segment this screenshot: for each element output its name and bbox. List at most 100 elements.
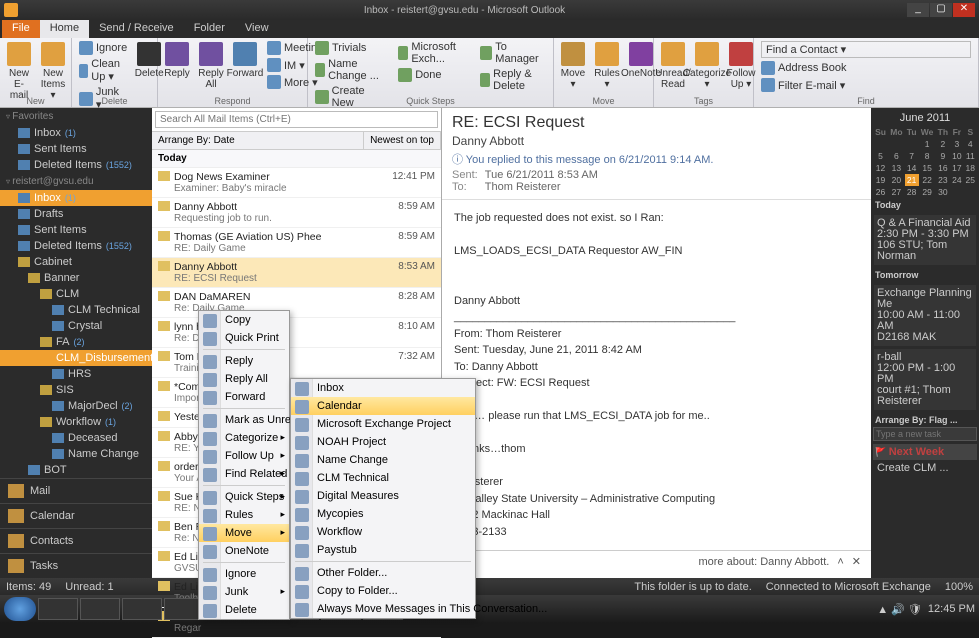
ctx-move-paystub[interactable]: Paystub [291,541,475,559]
message-item[interactable]: Danny AbbottRE: ECSI Request8:53 AM [152,258,441,288]
nav-folder-item[interactable]: CLM_Disbursements (8) [0,350,152,366]
ctx-move-inbox[interactable]: Inbox [291,379,475,397]
nav-folder-item[interactable]: Banner [0,270,152,286]
ctx-item-categorize[interactable]: Categorize [199,429,289,447]
nav-contacts-button[interactable]: Contacts [0,528,152,553]
qs-msexch[interactable]: Microsoft Exch... [395,40,473,66]
ctx-move-digital-measures[interactable]: Digital Measures [291,487,475,505]
nav-calendar-button[interactable]: Calendar [0,503,152,528]
find-contact-button[interactable]: Find a Contact ▾ [758,40,974,59]
ctx-item-rules[interactable]: Rules [199,506,289,524]
zoom-level[interactable]: 100% [945,581,973,593]
nav-folder-item[interactable]: HRS [0,366,152,382]
ctx-move-copy-to-folder-[interactable]: Copy to Folder... [291,582,475,600]
ctx-item-quick-print[interactable]: Quick Print [199,329,289,347]
taskbar-item[interactable] [38,598,78,620]
forward-button[interactable]: Forward [230,40,260,81]
nav-folder-item[interactable]: Deceased [0,430,152,446]
nav-folder-item[interactable]: SIS [0,382,152,398]
nav-folder-item[interactable]: Cabinet [0,254,152,270]
ctx-item-reply[interactable]: Reply [199,352,289,370]
nav-favorite-item[interactable]: Inbox (1) [0,125,152,141]
nav-folder-item[interactable]: CLM Technical [0,302,152,318]
nav-folder-item[interactable]: FA (2) [0,334,152,350]
appointment[interactable]: r-ball12:00 PM - 1:00 PMcourt #1; Thom R… [874,349,976,410]
followup-button[interactable]: Follow Up ▾ [726,40,756,92]
appointment[interactable]: Exchange Planning Me10:00 AM - 11:00 AMD… [874,285,976,346]
ctx-move-always-move-messages-in-this-conversation-[interactable]: Always Move Messages in This Conversatio… [291,600,475,618]
close-people-icon[interactable]: ✕ [852,555,861,568]
nav-folder-item[interactable]: Workflow (1) [0,414,152,430]
message-item[interactable]: Dog News ExaminerExaminer: Baby's miracl… [152,168,441,198]
sort-order-button[interactable]: Newest on top [364,132,441,149]
ignore-button[interactable]: Ignore [76,40,130,56]
start-button[interactable] [4,597,36,621]
collapse-icon[interactable]: ˄ [837,556,843,568]
ctx-move-name-change[interactable]: Name Change [291,451,475,469]
cleanup-button[interactable]: Clean Up ▾ [76,57,130,84]
nav-folder-item[interactable]: Deleted Items (1552) [0,238,152,254]
qs-name-change[interactable]: Name Change ... [312,57,391,83]
new-task-input[interactable] [873,427,977,441]
message-item[interactable]: lynn hooverRe: Daily Game8:10 AM [152,318,441,348]
message-item[interactable]: Tom NormanTraini7:32 AM [152,348,441,378]
ctx-item-reply-all[interactable]: Reply All [199,370,289,388]
address-book-button[interactable]: Address Book [758,60,974,76]
qs-to-manager[interactable]: To Manager [477,40,549,66]
ctx-item-ignore[interactable]: Ignore [199,565,289,583]
filter-email-button[interactable]: Filter E-mail ▾ [758,77,974,93]
clock[interactable]: 12:45 PM [928,603,975,615]
mini-calendar[interactable]: SuMoTuWeThFrS123456789101112131415161718… [873,126,977,198]
tab-home[interactable]: Home [40,20,89,38]
tab-view[interactable]: View [235,20,279,38]
qs-done[interactable]: Done [395,67,473,83]
ctx-move-workflow[interactable]: Workflow [291,523,475,541]
ctx-item-mark-as-unread[interactable]: Mark as Unread [199,411,289,429]
ctx-item-find-related[interactable]: Find Related [199,465,289,483]
message-item[interactable]: Danny AbbottRequesting job to run.8:59 A… [152,198,441,228]
nav-folder-item[interactable]: MajorDecl (2) [0,398,152,414]
nav-folder-item[interactable]: Crystal [0,318,152,334]
new-email-button[interactable]: New E-mail [4,40,34,103]
close-button[interactable]: ✕ [953,3,975,17]
taskbar-item[interactable] [80,598,120,620]
tray-icons[interactable]: ▲ 🔊 🛡 [877,603,922,616]
reply-button[interactable]: Reply [162,40,192,81]
nav-mail-button[interactable]: Mail [0,478,152,503]
reply-all-button[interactable]: Reply All [196,40,226,92]
new-items-button[interactable]: New Items ▾ [38,40,68,103]
flag-nextweek[interactable]: 🚩 Next Week [873,444,977,460]
ctx-item-forward[interactable]: Forward [199,388,289,406]
ctx-move-microsoft-exchange-project[interactable]: Microsoft Exchange Project [291,415,475,433]
nav-folder-item[interactable]: CLM [0,286,152,302]
task-item[interactable]: Create CLM ... [873,460,977,476]
ctx-move-other-folder-[interactable]: Other Folder... [291,564,475,582]
move-button[interactable]: Move ▾ [558,40,588,92]
ctx-item-junk[interactable]: Junk [199,583,289,601]
ctx-item-quick-steps[interactable]: Quick Steps [199,488,289,506]
qs-trivials[interactable]: Trivials [312,40,391,56]
message-item[interactable]: Thomas (GE Aviation US) PheeRE: Daily Ga… [152,228,441,258]
ctx-item-delete[interactable]: Delete [199,601,289,619]
tab-folder[interactable]: Folder [184,20,235,38]
nav-tasks-button[interactable]: Tasks [0,553,152,578]
tab-send-receive[interactable]: Send / Receive [89,20,184,38]
ctx-item-move[interactable]: Move [199,524,289,542]
tab-file[interactable]: File [2,20,40,38]
ctx-move-mycopies[interactable]: Mycopies [291,505,475,523]
search-input[interactable] [155,111,438,128]
maximize-button[interactable]: ▢ [930,3,952,17]
calendar-month[interactable]: June 2011 [873,110,977,126]
nav-folder-item[interactable]: Name Change [0,446,152,462]
minimize-button[interactable]: _ [907,3,929,17]
qs-reply-delete[interactable]: Reply & Delete [477,67,549,93]
message-item[interactable]: DAN DaMARENRe: Daily Game8:28 AM [152,288,441,318]
ctx-move-noah-project[interactable]: NOAH Project [291,433,475,451]
nav-favorite-item[interactable]: Deleted Items (1552) [0,157,152,173]
arrange-by-button[interactable]: Arrange By: Date [152,132,364,149]
ctx-item-copy[interactable]: Copy [199,311,289,329]
taskbar-item[interactable] [122,598,162,620]
ctx-move-calendar[interactable]: Calendar [291,397,475,415]
appointment[interactable]: Q & A Financial Aid2:30 PM - 3:30 PM106 … [874,215,976,265]
nav-folder-item[interactable]: BOT [0,462,152,478]
